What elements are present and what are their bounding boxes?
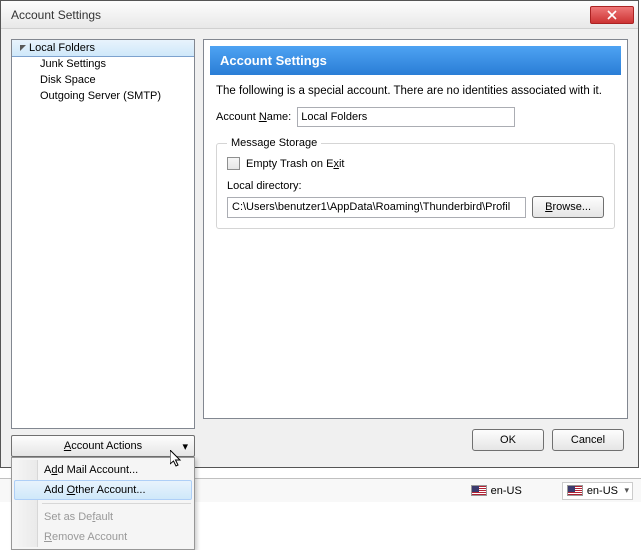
account-name-input[interactable] <box>297 107 515 127</box>
menu-remove: Remove Account <box>14 527 192 547</box>
tree-item-smtp[interactable]: Outgoing Server (SMTP) <box>12 88 194 104</box>
account-settings-window: Account Settings Local Folders Junk Sett… <box>0 0 639 468</box>
empty-trash-label[interactable]: Empty Trash on Exit <box>246 158 344 170</box>
us-flag-icon <box>567 485 583 496</box>
ok-button[interactable]: OK <box>472 429 544 451</box>
tree-item-disk-space[interactable]: Disk Space <box>12 72 194 88</box>
empty-trash-checkbox[interactable] <box>227 157 240 170</box>
cancel-button[interactable]: Cancel <box>552 429 624 451</box>
account-actions-button[interactable]: Account Actions ▾ <box>11 435 195 457</box>
message-storage-fieldset: Message Storage Empty Trash on Exit Loca… <box>216 137 615 229</box>
panel-body: The following is a special account. Ther… <box>204 81 627 239</box>
window-title: Account Settings <box>11 8 590 22</box>
account-tree[interactable]: Local Folders Junk Settings Disk Space O… <box>11 39 195 429</box>
disclosure-icon <box>18 44 27 53</box>
close-button[interactable] <box>590 6 634 24</box>
local-dir-label: Local directory: <box>227 180 604 192</box>
tree-item-local-folders[interactable]: Local Folders <box>11 39 195 57</box>
storage-legend: Message Storage <box>227 137 321 149</box>
lang-code: en-US <box>491 485 522 497</box>
local-dir-row: Browse... <box>227 196 604 218</box>
account-name-label: Account Name: <box>216 111 291 123</box>
menu-add-mail[interactable]: Add Mail Account... <box>14 460 192 480</box>
titlebar[interactable]: Account Settings <box>1 1 638 29</box>
us-flag-icon <box>471 485 487 496</box>
dialog-body: Local Folders Junk Settings Disk Space O… <box>1 29 638 467</box>
browse-button[interactable]: Browse... <box>532 196 604 218</box>
panel-title: Account Settings <box>210 46 621 75</box>
account-name-row: Account Name: <box>216 107 615 127</box>
tree-item-junk[interactable]: Junk Settings <box>12 56 194 72</box>
menu-separator <box>42 503 191 504</box>
panel-description: The following is a special account. Ther… <box>216 85 615 97</box>
chevron-down-icon: ▾ <box>182 440 188 453</box>
local-dir-input[interactable] <box>227 197 526 218</box>
menu-add-other[interactable]: Add Other Account... <box>14 480 192 500</box>
tree-label: Local Folders <box>29 42 95 54</box>
settings-panel: Account Settings The following is a spec… <box>203 39 628 419</box>
empty-trash-row: Empty Trash on Exit <box>227 157 604 170</box>
account-actions-wrap: Account Actions ▾ Add Mail Account... Ad… <box>11 435 195 457</box>
language-dropdown[interactable]: en-US <box>562 482 633 500</box>
dialog-buttons: OK Cancel <box>203 419 628 457</box>
left-column: Local Folders Junk Settings Disk Space O… <box>11 39 195 457</box>
close-icon <box>607 10 617 20</box>
menu-set-default: Set as Default <box>14 507 192 527</box>
account-actions-menu: Add Mail Account... Add Other Account...… <box>11 457 195 550</box>
right-column: Account Settings The following is a spec… <box>203 39 628 457</box>
